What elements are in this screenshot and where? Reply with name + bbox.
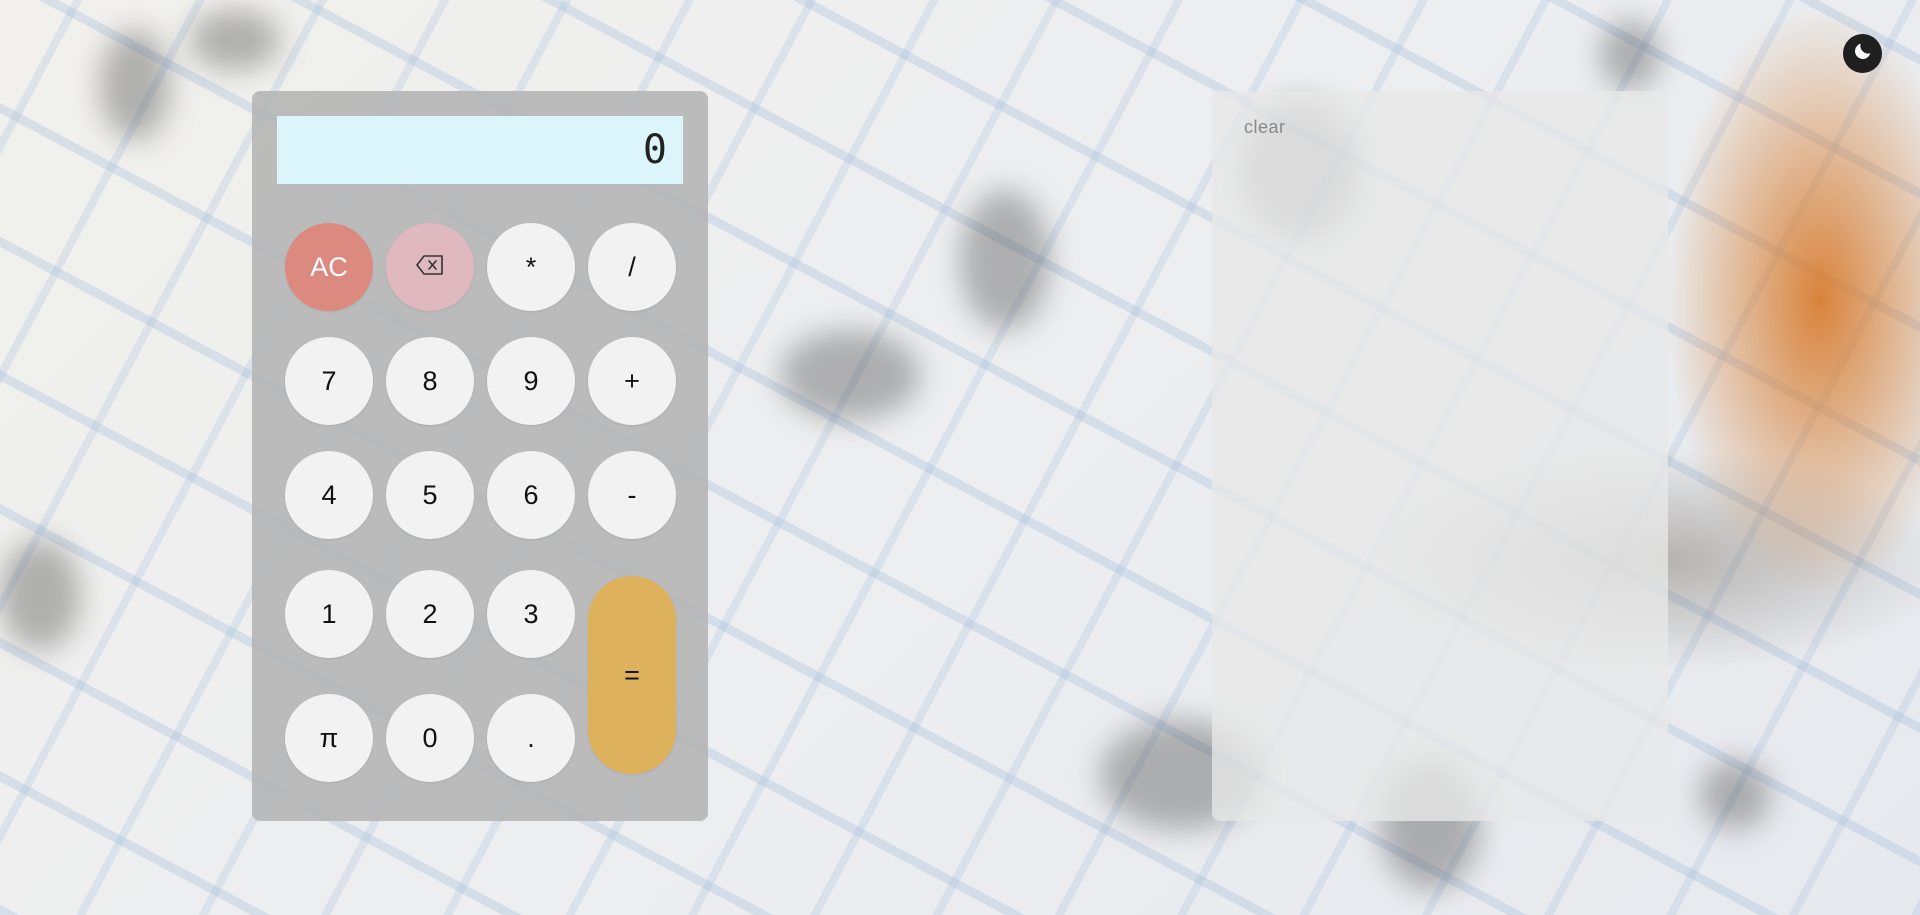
- digit-9-button[interactable]: 9: [487, 337, 575, 425]
- digit-8-button[interactable]: 8: [386, 337, 474, 425]
- pi-button[interactable]: π: [285, 694, 373, 782]
- background-blur-shape: [1600, 20, 1660, 90]
- display-value: 0: [642, 127, 669, 173]
- all-clear-button[interactable]: AC: [285, 223, 373, 311]
- minus-button[interactable]: -: [588, 451, 676, 539]
- history-panel: clear: [1212, 91, 1668, 821]
- backspace-button[interactable]: [386, 223, 474, 311]
- digit-7-button[interactable]: 7: [285, 337, 373, 425]
- digit-4-button[interactable]: 4: [285, 451, 373, 539]
- plus-button[interactable]: +: [588, 337, 676, 425]
- digit-3-button[interactable]: 3: [487, 570, 575, 658]
- calculator: 0 AC * / 7 8 9 + 4 5 6 - 1 2 3 = π 0 .: [252, 91, 708, 821]
- background-blur-shape: [960, 190, 1050, 330]
- digit-1-button[interactable]: 1: [285, 570, 373, 658]
- backspace-icon: [415, 252, 445, 283]
- divide-button[interactable]: /: [588, 223, 676, 311]
- digit-5-button[interactable]: 5: [386, 451, 474, 539]
- background-blur-shape: [100, 30, 170, 140]
- multiply-button[interactable]: *: [487, 223, 575, 311]
- decimal-point-button[interactable]: .: [487, 694, 575, 782]
- background-blur-shape: [1700, 760, 1770, 830]
- theme-toggle-button[interactable]: [1843, 34, 1882, 73]
- moon-icon: [1852, 40, 1874, 67]
- clear-history-button[interactable]: clear: [1244, 117, 1286, 138]
- background-blur-shape: [0, 540, 80, 650]
- digit-0-button[interactable]: 0: [386, 694, 474, 782]
- background-blur-shape: [190, 10, 280, 70]
- equals-button[interactable]: =: [588, 576, 676, 774]
- calculator-display: 0: [277, 116, 683, 184]
- digit-2-button[interactable]: 2: [386, 570, 474, 658]
- digit-6-button[interactable]: 6: [487, 451, 575, 539]
- background-blur-shape: [780, 330, 920, 420]
